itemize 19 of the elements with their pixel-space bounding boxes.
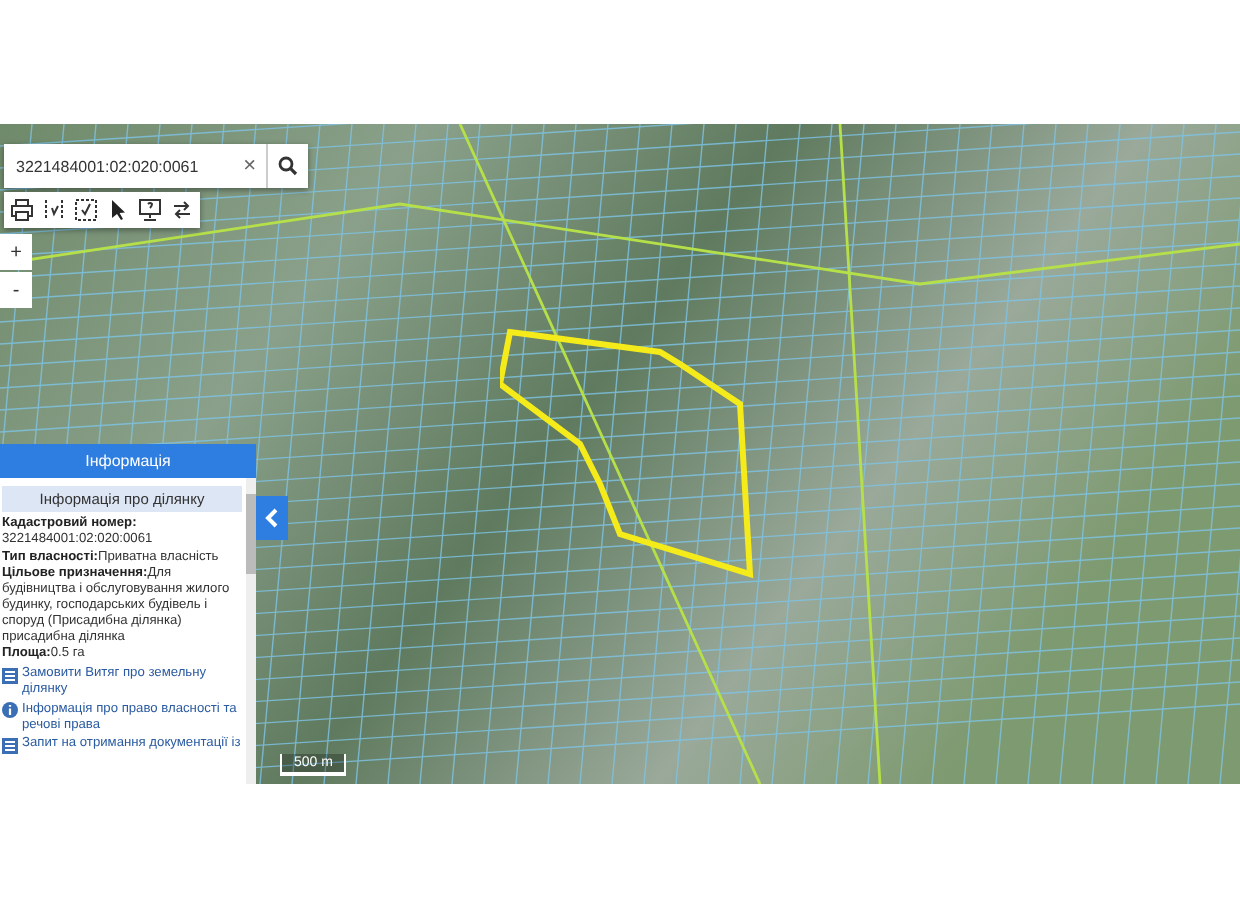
area-icon — [74, 198, 98, 222]
chevron-left-icon — [264, 508, 280, 528]
zoom-in-button[interactable]: + — [0, 234, 32, 270]
zoom-out-button[interactable]: - — [0, 272, 32, 308]
search-value: 3221484001:02:020:0061 — [14, 157, 201, 175]
monitor-icon — [138, 198, 162, 222]
search-field[interactable]: 3221484001:02:020:0061 × — [4, 144, 308, 188]
search-button[interactable] — [266, 144, 308, 188]
swap-icon — [170, 198, 194, 222]
ruler-line-icon — [42, 198, 66, 222]
printer-icon — [10, 198, 34, 222]
panel-title: Інформація — [0, 444, 256, 478]
print-button[interactable] — [6, 194, 38, 226]
collapse-panel-button[interactable] — [256, 496, 288, 540]
help-button[interactable] — [134, 194, 166, 226]
clear-button[interactable]: × — [233, 144, 266, 188]
search-icon — [278, 156, 298, 176]
cursor-icon — [106, 198, 130, 222]
scrollbar[interactable] — [246, 478, 256, 784]
